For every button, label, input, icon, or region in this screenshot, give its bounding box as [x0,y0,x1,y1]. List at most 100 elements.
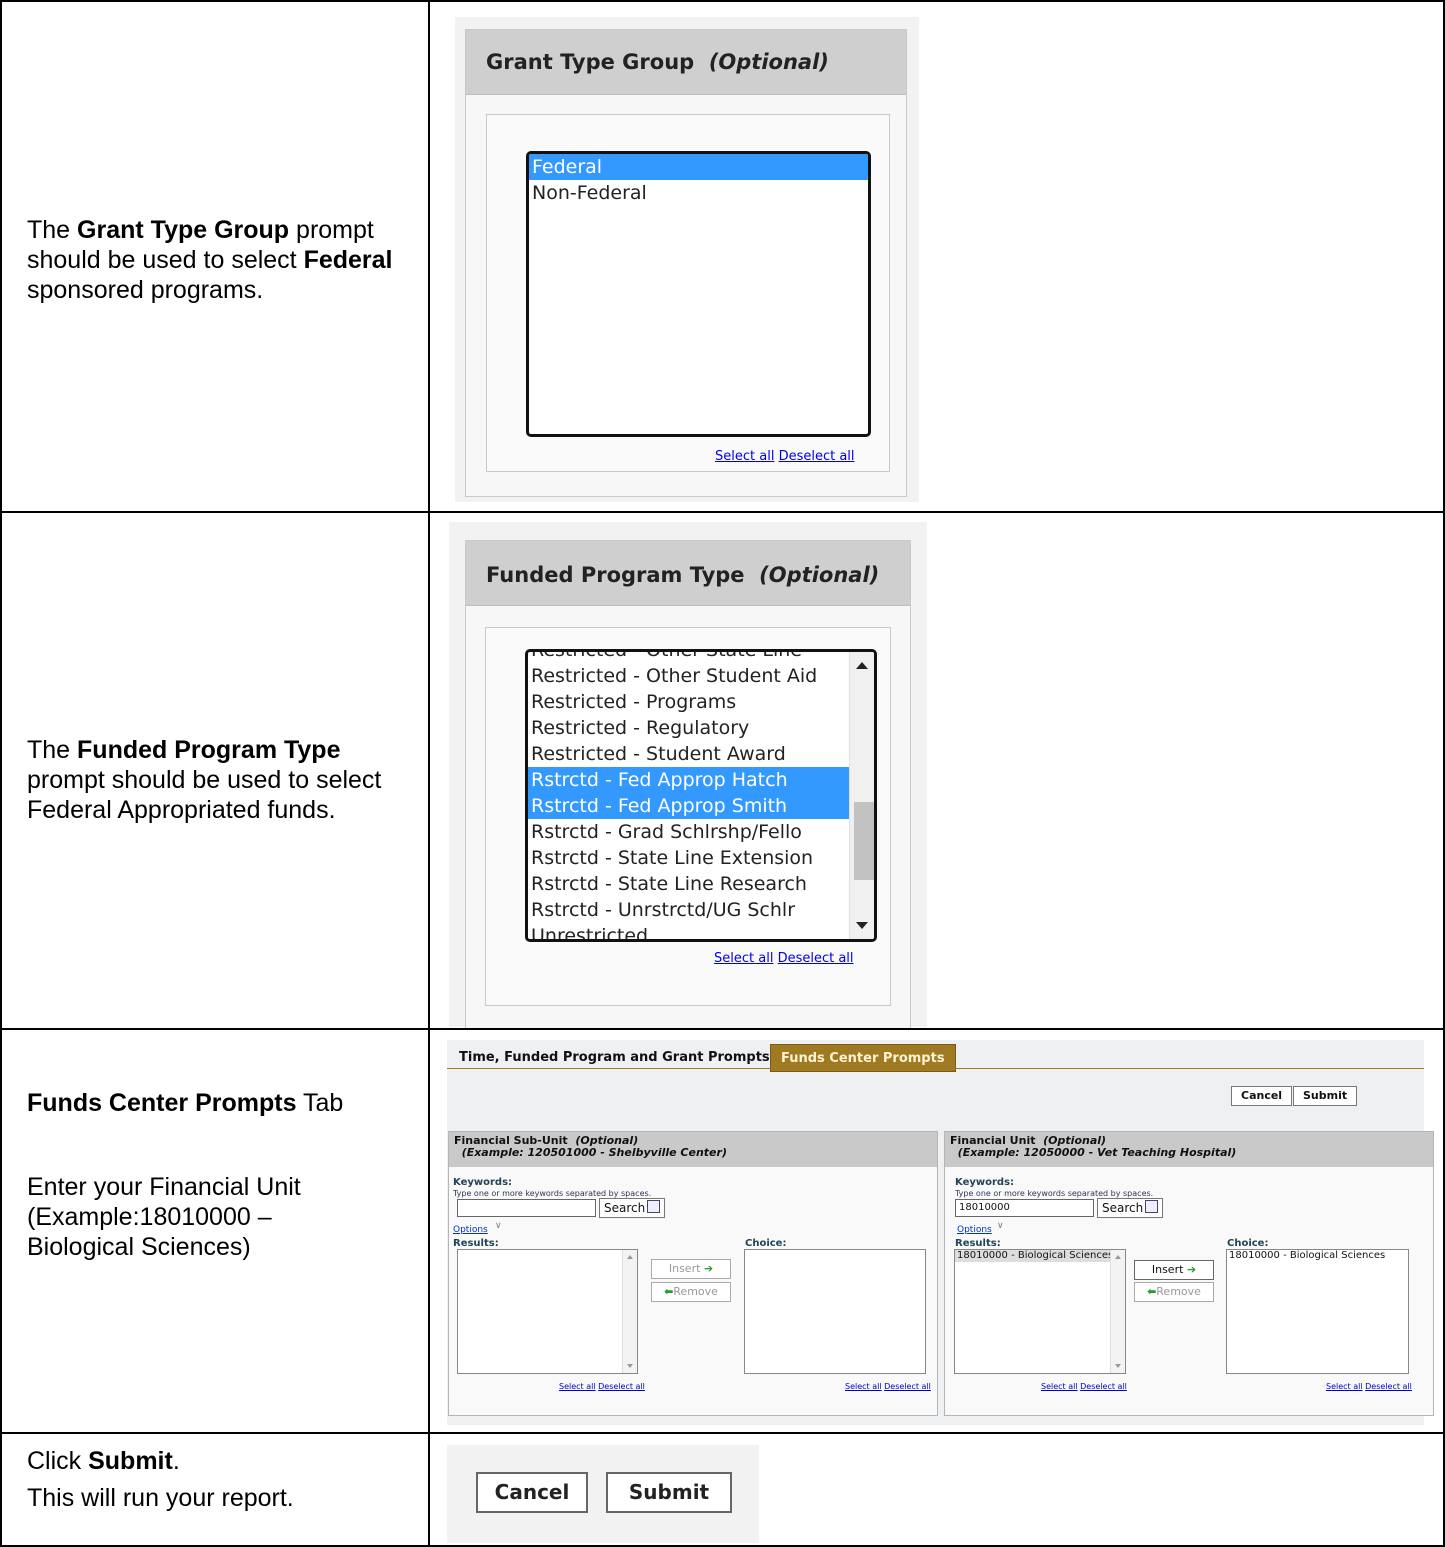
choice-listbox[interactable] [744,1249,926,1374]
scroll-up-arrow-icon[interactable] [627,1255,633,1259]
deselect-all-link[interactable]: Deselect all [1080,1382,1127,1391]
choice-label: Choice: [745,1238,787,1249]
list-item[interactable]: Rstrctd - Fed Approp Smith [528,793,850,819]
search-button[interactable]: Search [599,1198,666,1218]
list-item[interactable]: Federal [529,154,868,180]
select-all-link[interactable]: Select all [559,1382,596,1391]
list-item[interactable]: Rstrctd - Grad Schlrshp/Fello [528,819,850,845]
list-item[interactable]: Restricted - Student Award [528,741,850,767]
list-item[interactable]: Unrestricted [528,923,850,939]
results-label: Results: [453,1238,499,1249]
choice-label: Choice: [1227,1238,1269,1249]
results-listbox[interactable]: 18010000 - Biological Sciences [954,1249,1126,1374]
funded-program-type-screenshot: Funded Program Type (Optional) Restricte… [449,522,927,1028]
keywords-input[interactable]: 18010000 [955,1199,1094,1217]
magnifier-icon [647,1200,661,1213]
cancel-button[interactable]: Cancel [1231,1086,1293,1106]
results-item[interactable]: 18010000 - Biological Sciences [955,1250,1113,1262]
results-scrollbar[interactable] [622,1250,637,1373]
prompt-header: Grant Type Group (Optional) [466,30,906,95]
scroll-up-arrow-icon[interactable] [856,662,868,669]
panel-title: Financial Sub-Unit (Optional) (Example: … [454,1134,727,1159]
magnifier-icon [1145,1200,1159,1213]
deselect-all-link[interactable]: Deselect all [1365,1382,1412,1391]
scroll-thumb[interactable] [854,802,874,880]
remove-button[interactable]: ⬅Remove [651,1282,731,1302]
search-button[interactable]: Search [1097,1198,1164,1218]
scroll-down-arrow-icon[interactable] [627,1364,633,1368]
deselect-all-link[interactable]: Deselect all [598,1382,645,1391]
insert-button[interactable]: Insert ➔ [1134,1260,1214,1280]
panel-header: Financial Unit (Optional) (Example: 1205… [945,1132,1433,1167]
row-divider [0,511,1445,513]
instruction-funded-program-type: The Funded Program Type prompt should be… [27,736,382,824]
arrow-left-icon: ⬅ [664,1285,674,1298]
prompt-title: Funded Program Type (Optional) [486,563,880,587]
submit-button[interactable]: Submit [606,1472,732,1513]
choice-item[interactable]: 18010000 - Biological Sciences [1227,1250,1408,1262]
select-all-link[interactable]: Select all [845,1382,882,1391]
instruction-financial-unit: Enter your Financial Unit (Example:18010… [27,1173,301,1261]
grant-type-listbox[interactable]: Federal Non-Federal [526,151,871,437]
instruction-grant-type-group: The Grant Type Group prompt should be us… [27,216,393,304]
list-item[interactable]: Rstrctd - State Line Extension [528,845,850,871]
arrow-right-icon: ➔ [703,1262,714,1275]
listbox-scrollbar[interactable] [849,652,874,939]
keywords-input[interactable] [457,1199,596,1217]
submit-button[interactable]: Submit [1293,1086,1358,1106]
panel-header: Financial Sub-Unit (Optional) (Example: … [449,1132,937,1167]
arrow-left-icon: ⬅ [1147,1285,1157,1298]
list-item[interactable]: Rstrctd - State Line Research [528,871,850,897]
keywords-label: Keywords: [955,1177,1015,1188]
list-item[interactable]: Non-Federal [529,180,868,206]
remove-button[interactable]: ⬅Remove [1134,1282,1214,1302]
choice-select-links: Select all Deselect all [845,1382,931,1391]
funds-center-screenshot: Time, Funded Program and Grant Prompts F… [447,1040,1434,1425]
select-all-link[interactable]: Select all [715,449,774,464]
options-link[interactable]: Options [957,1225,992,1235]
chevron-down-icon[interactable]: ∨ [495,1221,502,1231]
financial-sub-unit-panel: Financial Sub-Unit (Optional) (Example: … [448,1131,938,1416]
keywords-hint: Type one or more keywords separated by s… [453,1189,652,1198]
panel-title: Financial Unit (Optional) (Example: 1205… [950,1134,1237,1159]
list-item[interactable]: Rstrctd - Fed Approp Hatch [528,767,850,793]
deselect-all-link[interactable]: Deselect all [779,449,855,464]
chevron-down-icon[interactable]: ∨ [997,1221,1004,1231]
choice-listbox[interactable]: 18010000 - Biological Sciences [1226,1249,1409,1374]
keywords-hint: Type one or more keywords separated by s… [955,1189,1154,1198]
select-all-link[interactable]: Select all [1041,1382,1078,1391]
scroll-down-arrow-icon[interactable] [856,922,868,929]
select-all-link[interactable]: Select all [1326,1382,1363,1391]
results-listbox[interactable] [457,1249,638,1374]
instruction-run-report: This will run your report. [27,1484,294,1512]
prompt-body: Federal Non-Federal Select all Deselect … [486,114,890,472]
funded-program-listbox[interactable]: Restricted - Other State Line Restricted… [525,649,877,942]
results-select-links: Select all Deselect all [559,1382,645,1391]
list-item[interactable]: Rstrctd - Unrstrctd/UG Schlr [528,897,850,923]
results-select-links: Select all Deselect all [1041,1382,1127,1391]
options-link[interactable]: Options [453,1225,488,1235]
scroll-up-arrow-icon[interactable] [1115,1255,1121,1259]
row-divider [0,1432,1445,1434]
select-links: Select all Deselect all [715,449,855,464]
tab-time-funded-program-grant[interactable]: Time, Funded Program and Grant Prompts [459,1050,770,1065]
cancel-button[interactable]: Cancel [476,1472,588,1513]
choice-select-links: Select all Deselect all [1326,1382,1412,1391]
funded-program-type-panel: Funded Program Type (Optional) Restricte… [465,540,911,1028]
prompt-body: Restricted - Other State Line Restricted… [485,627,891,1006]
list-item[interactable]: Restricted - Other Student Aid [528,663,850,689]
list-viewport: Restricted - Other State Line Restricted… [528,652,850,939]
deselect-all-link[interactable]: Deselect all [884,1382,931,1391]
table-border-left [0,0,2,1547]
list-item[interactable]: Restricted - Regulatory [528,715,850,741]
select-all-link[interactable]: Select all [714,951,773,966]
list-item[interactable]: Restricted - Other State Line [528,652,850,663]
insert-button[interactable]: Insert ➔ [651,1259,731,1279]
scroll-down-arrow-icon[interactable] [1115,1364,1121,1368]
list-item[interactable]: Restricted - Programs [528,689,850,715]
results-scrollbar[interactable] [1110,1250,1125,1373]
deselect-all-link[interactable]: Deselect all [778,951,854,966]
instruction-funds-center-tab: Funds Center Prompts Tab [27,1089,344,1117]
prompt-title: Grant Type Group (Optional) [486,50,829,74]
grant-type-group-panel: Grant Type Group (Optional) Federal Non-… [465,29,907,497]
